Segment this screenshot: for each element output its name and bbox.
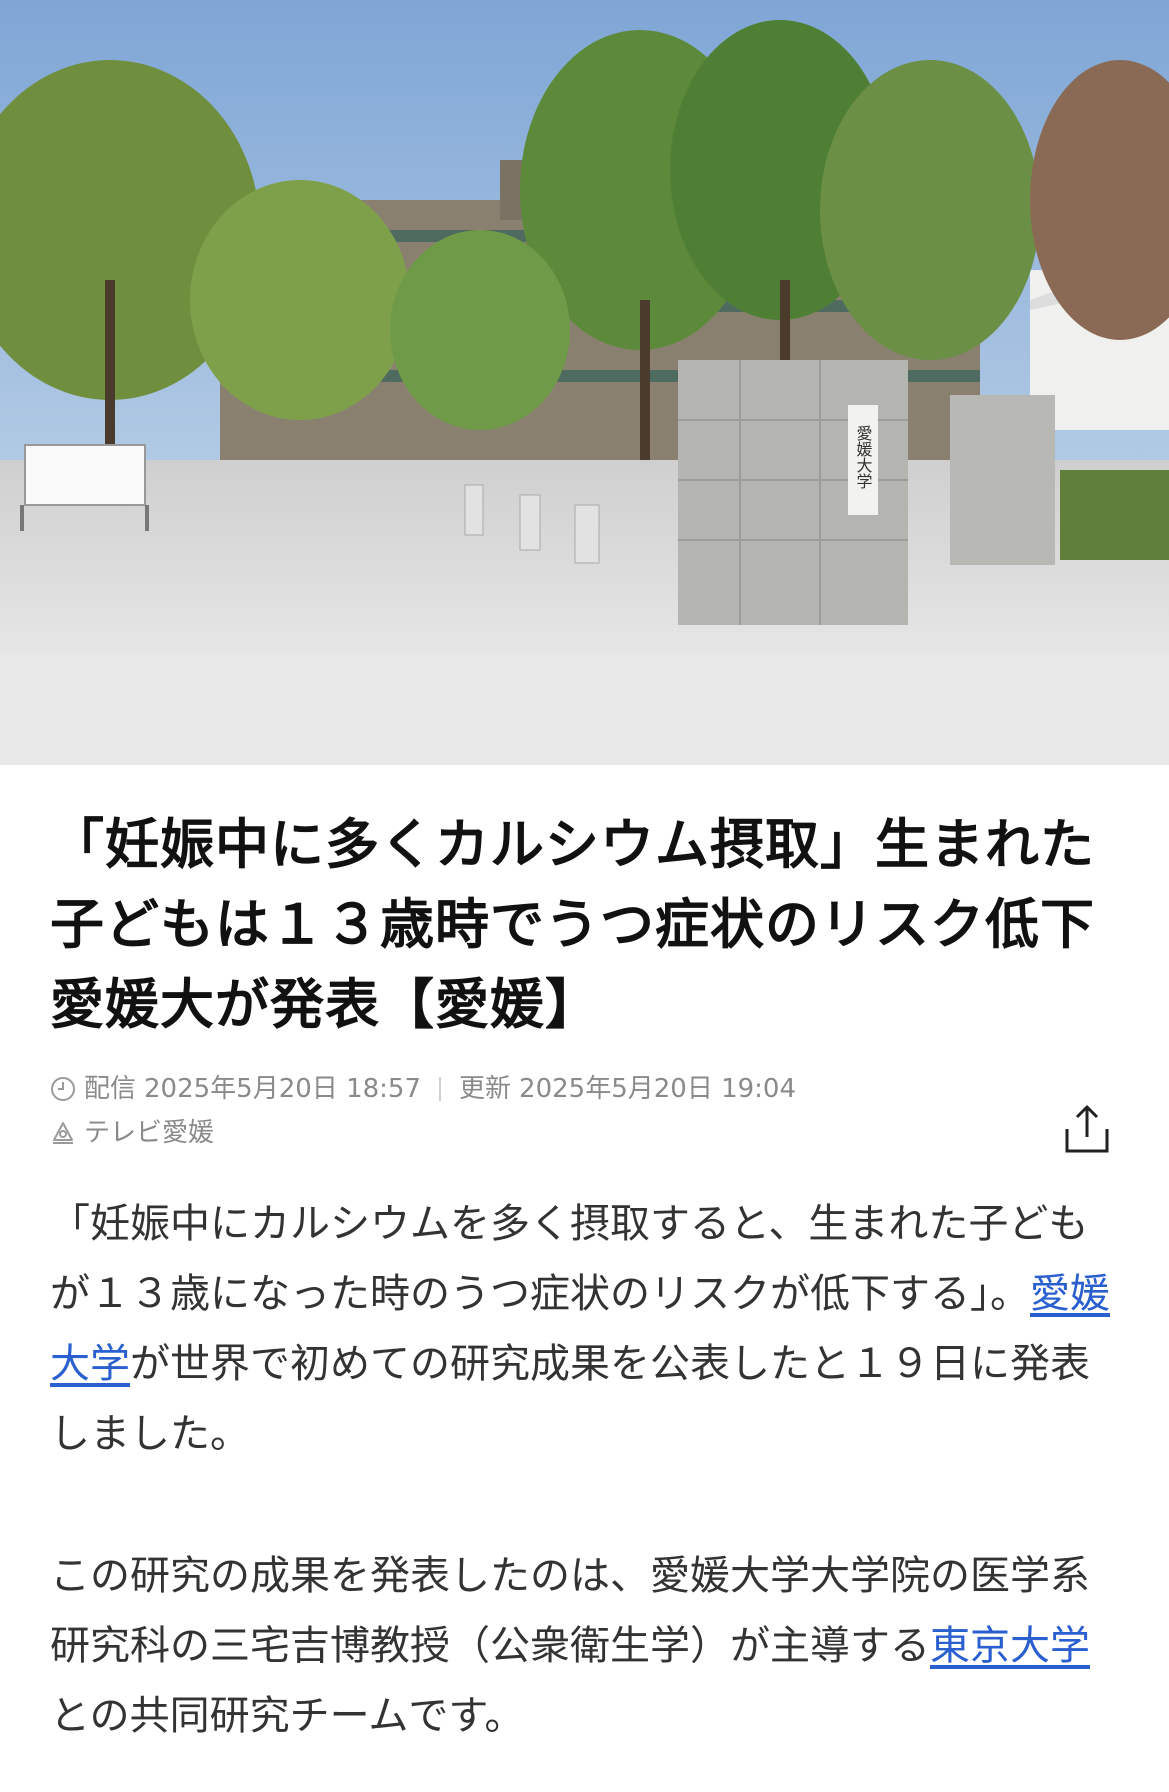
timestamp-row: 配信 2025年5月20日 18:57 更新 2025年5月20日 19:04 [50, 1067, 1113, 1111]
published-date: 2025年5月20日 18:57 [144, 1074, 422, 1104]
updated-label: 更新 [459, 1074, 512, 1104]
paragraph-2: この研究の成果を発表したのは、愛媛大学大学院の医学系研究科の三宅吉博教授（公衆衛… [50, 1541, 1113, 1751]
link-tokyo-university[interactable]: 東京大学 [930, 1623, 1090, 1669]
meta-divider [439, 1077, 442, 1101]
paragraph-1: 「妊娠中にカルシウムを多く摂取すると、生まれた子どもが１３歳になった時のうつ症状… [50, 1189, 1113, 1469]
share-icon[interactable] [1061, 1101, 1113, 1157]
source-row[interactable]: テレビ愛媛 [50, 1111, 1113, 1155]
source-icon [53, 1122, 73, 1144]
gate-sign-text: 愛媛大学 [854, 425, 873, 489]
updated-date: 2025年5月20日 19:04 [519, 1074, 797, 1104]
published-label: 配信 [84, 1074, 137, 1104]
source-name[interactable]: テレビ愛媛 [84, 1111, 214, 1155]
hero-image: 愛媛大学 [0, 0, 1169, 765]
article-body: 「妊娠中にカルシウムを多く摂取すると、生まれた子どもが１３歳になった時のうつ症状… [50, 1189, 1113, 1751]
paragraph-1-text: 「妊娠中にカルシウムを多く摂取すると、生まれた子どもが１３歳になった時のうつ症状… [50, 1201, 1089, 1317]
campus-photo: 愛媛大学 [0, 0, 1169, 765]
paragraph-2-text-end: との共同研究チームです。 [50, 1693, 525, 1739]
article-meta: 配信 2025年5月20日 18:57 更新 2025年5月20日 19:04 … [50, 1067, 1113, 1155]
article: 「妊娠中に多くカルシウム摂取」生まれた子どもは１３歳時でうつ症状のリスク低下 愛… [0, 765, 1169, 1751]
paragraph-1-text-end: が世界で初めての研究成果を公表したと１９日に発表しました。 [50, 1341, 1090, 1457]
article-headline: 「妊娠中に多くカルシウム摂取」生まれた子どもは１３歳時でうつ症状のリスク低下 愛… [50, 813, 1150, 1036]
clock-icon [51, 1077, 75, 1101]
